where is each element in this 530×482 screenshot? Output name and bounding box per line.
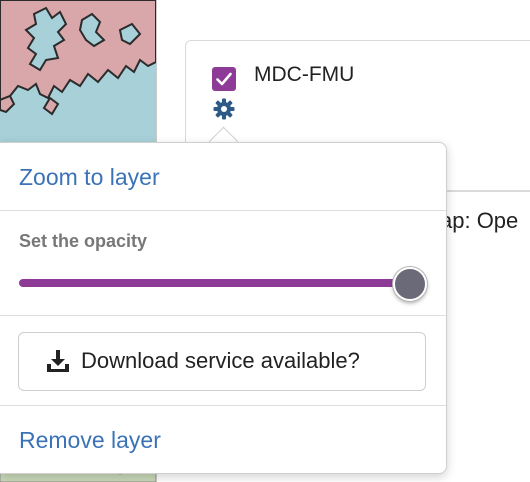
check-icon xyxy=(216,72,232,86)
divider xyxy=(0,210,446,211)
gear-icon[interactable] xyxy=(212,97,236,121)
zoom-to-layer-link[interactable]: Zoom to layer xyxy=(19,164,160,191)
download-button-label: Download service available? xyxy=(81,348,360,373)
download-service-button[interactable]: Download service available? xyxy=(18,332,426,391)
download-icon xyxy=(47,350,69,372)
layer-options-popover: Zoom to layer Set the opacity Download s… xyxy=(0,142,447,474)
opacity-slider-thumb[interactable] xyxy=(393,267,427,301)
divider xyxy=(0,315,446,316)
card-divider xyxy=(440,190,530,191)
opacity-label: Set the opacity xyxy=(19,231,148,251)
remove-layer-link[interactable]: Remove layer xyxy=(19,427,161,454)
opacity-slider-track[interactable] xyxy=(19,279,409,287)
layer-name: MDC-FMU xyxy=(254,63,355,86)
basemap-label: ap: Ope xyxy=(440,208,519,233)
divider xyxy=(0,405,446,406)
layer-visibility-checkbox[interactable] xyxy=(212,67,236,91)
